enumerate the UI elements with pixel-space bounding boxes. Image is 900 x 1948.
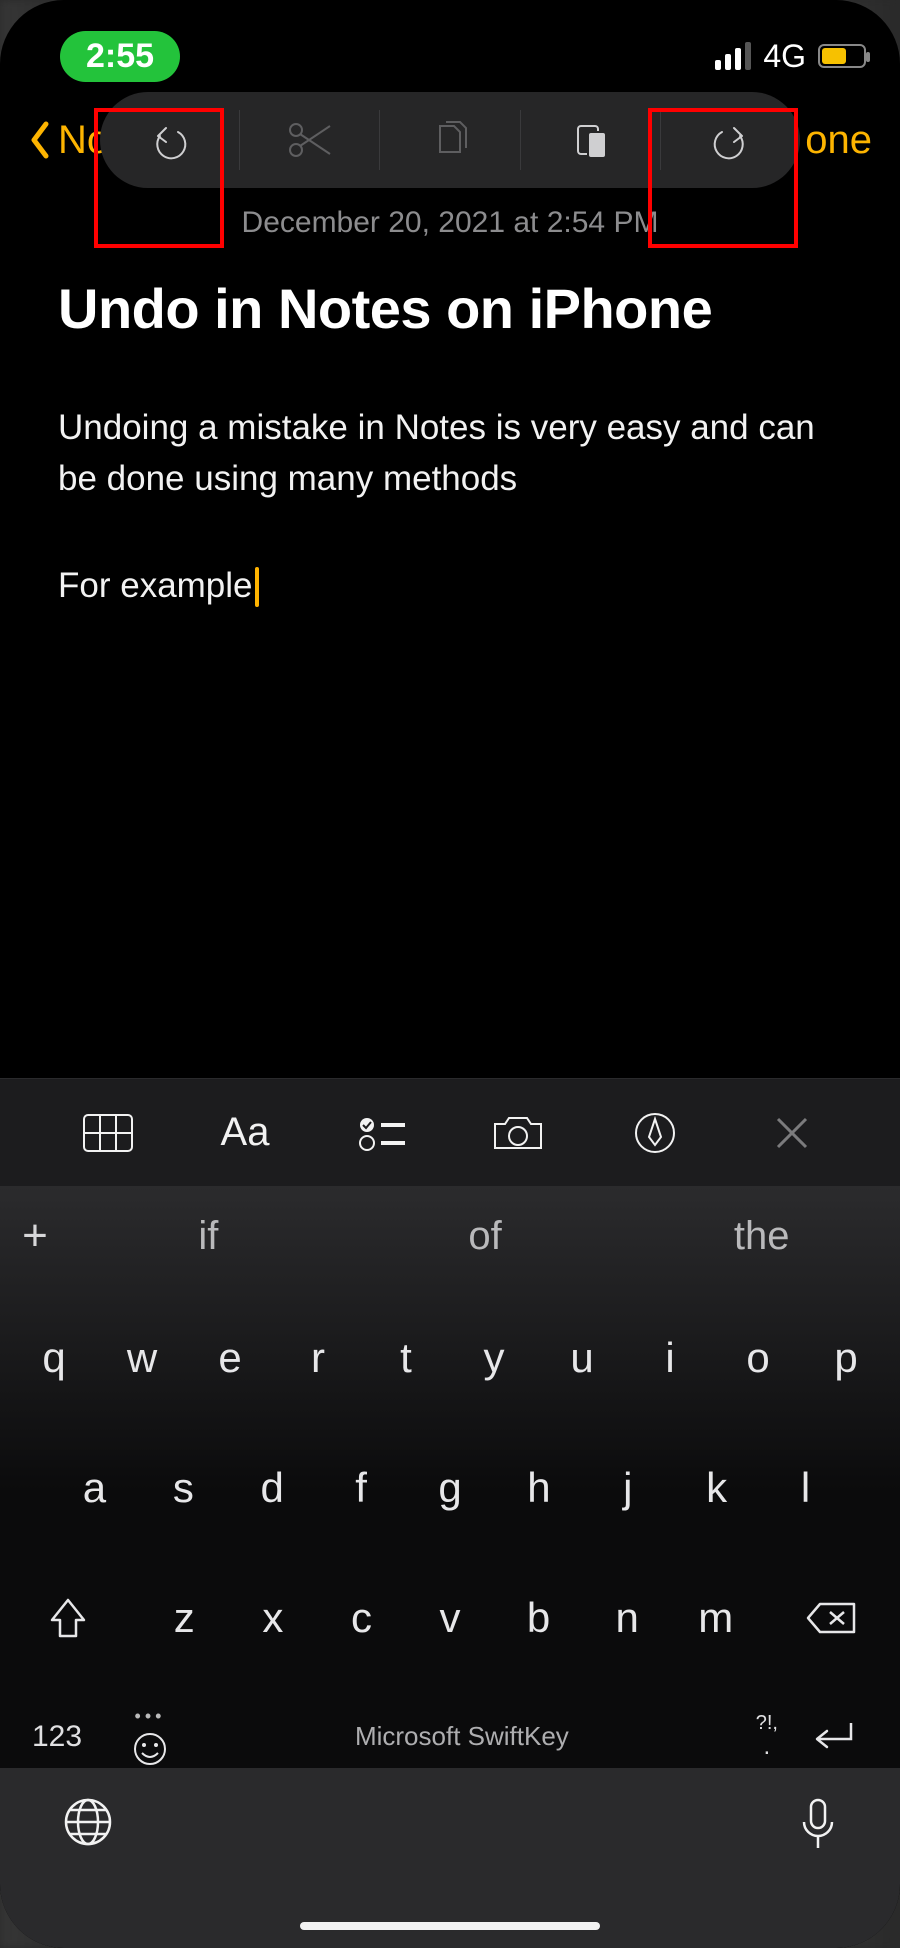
table-icon — [82, 1113, 134, 1153]
checklist-icon — [357, 1113, 407, 1153]
done-button[interactable]: one — [805, 118, 872, 163]
status-bar: 2:55 4G — [0, 0, 900, 96]
undo-icon — [148, 118, 192, 162]
keyboard-row-3: z x c v b n m — [10, 1576, 890, 1660]
key-b[interactable]: b — [494, 1576, 583, 1660]
note-paragraph-1[interactable]: Undoing a mistake in Notes is very easy … — [58, 403, 842, 505]
punct-upper: ?!, — [756, 1712, 778, 1734]
key-f[interactable]: f — [317, 1446, 406, 1530]
key-q[interactable]: q — [10, 1316, 98, 1400]
suggestion-2[interactable]: of — [347, 1214, 624, 1259]
text-style-label: Aa — [221, 1110, 270, 1155]
emoji-icon — [132, 1731, 168, 1767]
edit-menu — [100, 92, 800, 188]
copy-doc-icon — [428, 118, 472, 162]
microphone-icon — [798, 1796, 838, 1852]
table-button[interactable] — [40, 1113, 177, 1153]
status-right: 4G — [715, 38, 866, 75]
keyboard-brand[interactable]: Microsoft SwiftKey — [188, 1721, 736, 1752]
key-o[interactable]: o — [714, 1316, 802, 1400]
dictation-button[interactable] — [798, 1796, 838, 1857]
pen-circle-icon — [633, 1111, 677, 1155]
key-m[interactable]: m — [671, 1576, 760, 1660]
shift-key[interactable] — [20, 1596, 116, 1640]
input-switch-bar — [0, 1768, 900, 1948]
battery-icon — [818, 44, 866, 68]
note-paragraph-2-text: For example — [58, 566, 253, 605]
key-l[interactable]: l — [761, 1446, 850, 1530]
key-u[interactable]: u — [538, 1316, 626, 1400]
punct-lower: . — [764, 1734, 771, 1760]
redo-button[interactable] — [661, 110, 800, 170]
cut-button[interactable] — [240, 110, 380, 170]
nav-bar: Notes — [0, 96, 900, 184]
note-date: December 20, 2021 at 2:54 PM — [58, 206, 842, 240]
key-p[interactable]: p — [802, 1316, 890, 1400]
network-label: 4G — [763, 38, 806, 75]
key-k[interactable]: k — [672, 1446, 761, 1530]
globe-icon — [62, 1796, 114, 1848]
chevron-left-icon — [28, 120, 52, 160]
key-s[interactable]: s — [139, 1446, 228, 1530]
paste-button[interactable] — [521, 110, 661, 170]
key-x[interactable]: x — [229, 1576, 318, 1660]
key-h[interactable]: h — [494, 1446, 583, 1530]
home-indicator[interactable] — [300, 1922, 600, 1930]
note-content[interactable]: December 20, 2021 at 2:54 PM Undo in Not… — [0, 206, 900, 611]
punctuation-key[interactable]: ?!, . — [756, 1712, 778, 1760]
clipboard-plus-button[interactable]: + — [0, 1211, 70, 1261]
keyboard-row-1: q w e r t y u i o p — [10, 1316, 890, 1400]
phone-canvas: 2:55 4G Notes — [0, 0, 900, 1948]
camera-icon — [491, 1112, 545, 1154]
note-paragraph-2[interactable]: For example — [58, 561, 842, 612]
emoji-dots: ••• — [135, 1706, 166, 1727]
key-c[interactable]: c — [317, 1576, 406, 1660]
shift-icon — [48, 1596, 88, 1640]
keyboard-row-2: a s d f g h j k l — [10, 1446, 890, 1530]
scissors-icon — [286, 120, 334, 160]
key-e[interactable]: e — [186, 1316, 274, 1400]
numeric-key[interactable]: 123 — [32, 1720, 112, 1754]
notes-toolbar: Aa — [0, 1078, 900, 1186]
text-cursor — [255, 567, 259, 607]
signal-icon — [715, 42, 751, 70]
key-y[interactable]: y — [450, 1316, 538, 1400]
key-t[interactable]: t — [362, 1316, 450, 1400]
key-z[interactable]: z — [140, 1576, 229, 1660]
suggestion-row: + if of the — [0, 1186, 900, 1286]
key-v[interactable]: v — [406, 1576, 495, 1660]
suggestion-3[interactable]: the — [623, 1214, 900, 1259]
checklist-button[interactable] — [313, 1113, 450, 1153]
close-toolbar-button[interactable] — [723, 1115, 860, 1151]
key-g[interactable]: g — [406, 1446, 495, 1530]
globe-button[interactable] — [62, 1796, 114, 1853]
key-j[interactable]: j — [583, 1446, 672, 1530]
key-r[interactable]: r — [274, 1316, 362, 1400]
text-style-button[interactable]: Aa — [177, 1110, 314, 1155]
time-pill[interactable]: 2:55 — [60, 31, 180, 82]
keyboard-bottom-row: 123 ••• Microsoft SwiftKey ?!, . — [10, 1706, 890, 1767]
camera-button[interactable] — [450, 1112, 587, 1154]
key-d[interactable]: d — [228, 1446, 317, 1530]
enter-icon — [809, 1719, 857, 1755]
enter-key[interactable] — [798, 1719, 868, 1755]
suggestion-1[interactable]: if — [70, 1214, 347, 1259]
undo-button[interactable] — [100, 110, 240, 170]
keyboard: + if of the q w e r t y u i o p — [0, 1186, 900, 1948]
backspace-icon — [806, 1600, 858, 1636]
markup-button[interactable] — [587, 1111, 724, 1155]
key-a[interactable]: a — [50, 1446, 139, 1530]
key-i[interactable]: i — [626, 1316, 714, 1400]
backspace-key[interactable] — [784, 1600, 880, 1636]
note-title[interactable]: Undo in Notes on iPhone — [58, 276, 842, 341]
copy-button[interactable] — [380, 110, 520, 170]
redo-icon — [708, 118, 752, 162]
clipboard-icon — [568, 118, 612, 162]
key-w[interactable]: w — [98, 1316, 186, 1400]
key-n[interactable]: n — [583, 1576, 672, 1660]
close-icon — [774, 1115, 810, 1151]
emoji-key[interactable]: ••• — [132, 1706, 168, 1767]
